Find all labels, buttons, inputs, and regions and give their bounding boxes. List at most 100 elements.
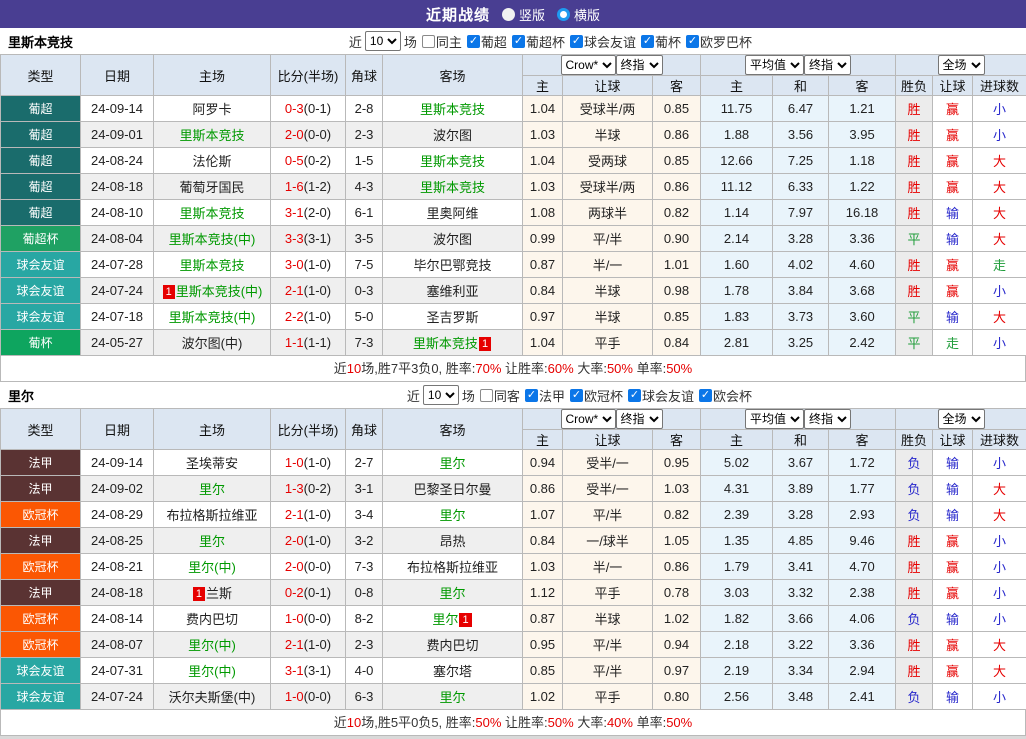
league-checkbox[interactable]: ✓ — [467, 35, 480, 48]
away-team[interactable]: 塞尔塔 — [383, 658, 523, 684]
away-team[interactable]: 里尔 — [383, 450, 523, 476]
away-team[interactable]: 波尔图 — [383, 226, 523, 252]
home-team[interactable]: 里斯本竞技(中) — [154, 304, 271, 330]
league-checkbox[interactable]: ✓ — [525, 389, 538, 402]
away-team[interactable]: 里斯本竞技 — [383, 148, 523, 174]
odds-stage-select[interactable]: 终指 — [616, 409, 663, 429]
avg-source-select[interactable]: 平均值 — [745, 409, 804, 429]
home-team[interactable]: 沃尔夫斯堡(中) — [154, 684, 271, 710]
home-team[interactable]: 费内巴切 — [154, 606, 271, 632]
away-team-name[interactable]: 里斯本竞技 — [420, 180, 485, 195]
radio-unselected-icon[interactable] — [557, 8, 570, 21]
away-team[interactable]: 里斯本竞技 — [383, 174, 523, 200]
away-team-name[interactable]: 里斯本竞技 — [420, 102, 485, 117]
home-team-name[interactable]: 里尔(中) — [188, 638, 236, 653]
home-team-name[interactable]: 里尔 — [199, 482, 225, 497]
home-team-name[interactable]: 沃尔夫斯堡(中) — [169, 690, 256, 705]
away-team[interactable]: 巴黎圣日尔曼 — [383, 476, 523, 502]
home-team[interactable]: 波尔图(中) — [154, 330, 271, 356]
away-team[interactable]: 里尔1 — [383, 606, 523, 632]
home-team[interactable]: 圣埃蒂安 — [154, 450, 271, 476]
home-team-name[interactable]: 里尔 — [199, 534, 225, 549]
league-checkbox[interactable]: ✓ — [699, 389, 712, 402]
away-team-name[interactable]: 费内巴切 — [426, 638, 478, 653]
away-team-name[interactable]: 昂热 — [439, 534, 465, 549]
home-team[interactable]: 里尔(中) — [154, 632, 271, 658]
bookmaker-select[interactable]: Crow* — [561, 409, 616, 429]
home-team[interactable]: 里尔(中) — [154, 658, 271, 684]
home-team[interactable]: 里斯本竞技 — [154, 200, 271, 226]
home-team[interactable]: 里尔 — [154, 476, 271, 502]
home-team-name[interactable]: 葡萄牙国民 — [179, 180, 244, 195]
home-team-name[interactable]: 阿罗卡 — [192, 102, 231, 117]
home-team[interactable]: 阿罗卡 — [154, 96, 271, 122]
scope-select[interactable]: 全场 — [938, 409, 985, 429]
away-team[interactable]: 波尔图 — [383, 122, 523, 148]
away-team[interactable]: 昂热 — [383, 528, 523, 554]
away-team-name[interactable]: 里尔 — [439, 456, 465, 471]
away-team-name[interactable]: 里尔 — [432, 612, 458, 627]
away-team[interactable]: 里尔 — [383, 580, 523, 606]
home-team[interactable]: 葡萄牙国民 — [154, 174, 271, 200]
view-radio-horizontal[interactable]: 横版 — [557, 5, 600, 24]
home-team-name[interactable]: 里斯本竞技 — [179, 128, 244, 143]
home-team[interactable]: 里斯本竞技(中) — [154, 226, 271, 252]
home-team-name[interactable]: 波尔图(中) — [182, 336, 243, 351]
away-team[interactable]: 布拉格斯拉维亚 — [383, 554, 523, 580]
home-team[interactable]: 法伦斯 — [154, 148, 271, 174]
home-team-name[interactable]: 里斯本竞技(中) — [169, 232, 256, 247]
same-venue-checkbox[interactable] — [480, 389, 493, 402]
home-team[interactable]: 布拉格斯拉维亚 — [154, 502, 271, 528]
away-team[interactable]: 塞维利亚 — [383, 278, 523, 304]
away-team-name[interactable]: 里斯本竞技 — [420, 154, 485, 169]
home-team-name[interactable]: 里斯本竞技(中) — [169, 310, 256, 325]
home-team[interactable]: 里斯本竞技 — [154, 122, 271, 148]
home-team-name[interactable]: 圣埃蒂安 — [186, 456, 238, 471]
league-checkbox[interactable]: ✓ — [686, 35, 699, 48]
away-team[interactable]: 里奥阿维 — [383, 200, 523, 226]
home-team-name[interactable]: 里尔(中) — [188, 664, 236, 679]
away-team[interactable]: 里斯本竞技 — [383, 96, 523, 122]
home-team[interactable]: 1兰斯 — [154, 580, 271, 606]
home-team-name[interactable]: 里斯本竞技 — [179, 258, 244, 273]
match-count-select[interactable]: 10 — [423, 385, 459, 405]
home-team-name[interactable]: 里斯本竞技 — [179, 206, 244, 221]
match-count-select[interactable]: 10 — [365, 31, 401, 51]
odds-stage-select[interactable]: 终指 — [616, 55, 663, 75]
away-team-name[interactable]: 布拉格斯拉维亚 — [407, 560, 498, 575]
away-team-name[interactable]: 波尔图 — [433, 232, 472, 247]
away-team-name[interactable]: 圣吉罗斯 — [426, 310, 478, 325]
away-team-name[interactable]: 里尔 — [439, 586, 465, 601]
view-radio-vertical[interactable]: 竖版 — [502, 5, 545, 24]
home-team[interactable]: 里斯本竞技 — [154, 252, 271, 278]
away-team[interactable]: 圣吉罗斯 — [383, 304, 523, 330]
scope-select[interactable]: 全场 — [938, 55, 985, 75]
home-team-name[interactable]: 里斯本竞技(中) — [176, 284, 263, 299]
home-team-name[interactable]: 费内巴切 — [186, 612, 238, 627]
league-checkbox[interactable]: ✓ — [628, 389, 641, 402]
away-team-name[interactable]: 里尔 — [439, 690, 465, 705]
away-team-name[interactable]: 波尔图 — [433, 128, 472, 143]
avg-source-select[interactable]: 平均值 — [745, 55, 804, 75]
same-venue-checkbox[interactable] — [422, 35, 435, 48]
away-team-name[interactable]: 里斯本竞技 — [413, 336, 478, 351]
away-team-name[interactable]: 里尔 — [439, 508, 465, 523]
away-team-name[interactable]: 里奥阿维 — [426, 206, 478, 221]
league-checkbox[interactable]: ✓ — [570, 389, 583, 402]
away-team[interactable]: 毕尔巴鄂竞技 — [383, 252, 523, 278]
away-team[interactable]: 里斯本竞技1 — [383, 330, 523, 356]
home-team[interactable]: 里尔(中) — [154, 554, 271, 580]
avg-stage-select[interactable]: 终指 — [804, 409, 851, 429]
radio-selected-icon[interactable] — [502, 8, 515, 21]
home-team-name[interactable]: 布拉格斯拉维亚 — [166, 508, 257, 523]
league-checkbox[interactable]: ✓ — [512, 35, 525, 48]
away-team[interactable]: 里尔 — [383, 502, 523, 528]
away-team-name[interactable]: 巴黎圣日尔曼 — [413, 482, 491, 497]
away-team-name[interactable]: 塞尔塔 — [433, 664, 472, 679]
home-team-name[interactable]: 里尔(中) — [188, 560, 236, 575]
league-checkbox[interactable]: ✓ — [641, 35, 654, 48]
home-team-name[interactable]: 兰斯 — [206, 586, 232, 601]
home-team[interactable]: 里尔 — [154, 528, 271, 554]
away-team[interactable]: 费内巴切 — [383, 632, 523, 658]
away-team[interactable]: 里尔 — [383, 684, 523, 710]
